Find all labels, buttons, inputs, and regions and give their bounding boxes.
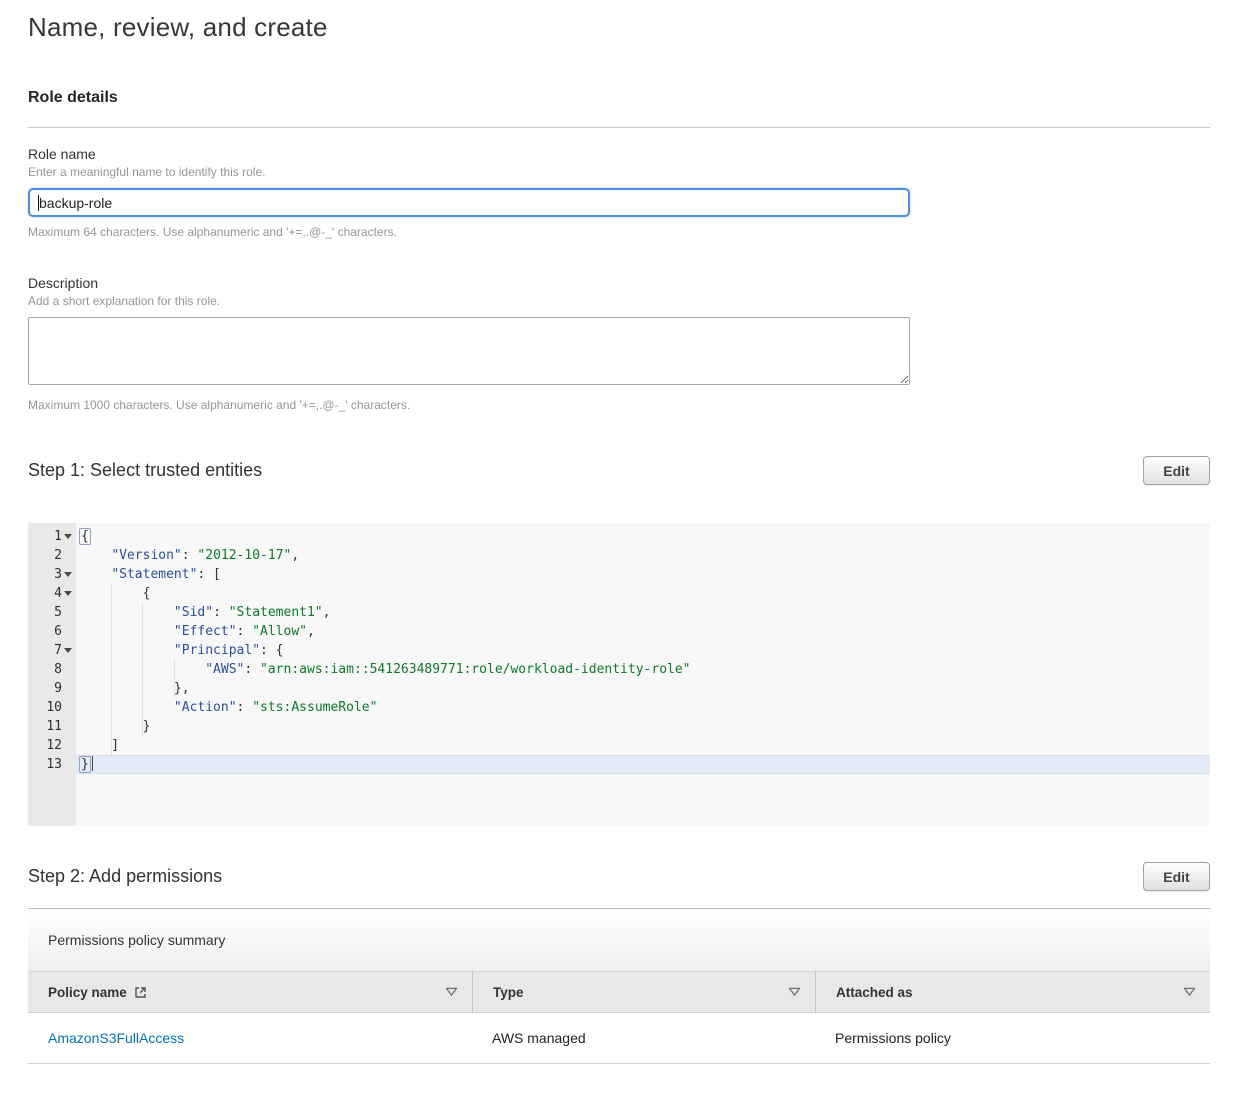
cell-attached-as: Permissions policy <box>815 1013 1210 1063</box>
description-label: Description <box>28 275 1210 291</box>
gutter-line: 9 <box>28 679 76 698</box>
fold-toggle-icon[interactable] <box>62 527 73 546</box>
permissions-panel-header: Permissions policy summary <box>28 909 1210 972</box>
code-line: { <box>76 527 1210 546</box>
description-hint: Add a short explanation for this role. <box>28 294 1210 308</box>
fold-spacer <box>62 717 73 736</box>
step2-section: Step 2: Add permissions Edit Permissions… <box>28 862 1210 1064</box>
filter-dropdown-icon[interactable] <box>788 987 801 997</box>
fold-spacer <box>62 736 73 755</box>
role-name-input[interactable]: backup-role <box>28 188 910 217</box>
filter-dropdown-icon[interactable] <box>1183 987 1196 997</box>
permissions-panel-title: Permissions policy summary <box>48 932 225 948</box>
external-link-icon <box>134 986 147 999</box>
gutter-line: 3 <box>28 565 76 584</box>
code-line: "Version": "2012-10-17", <box>76 546 1210 565</box>
gutter-line: 6 <box>28 622 76 641</box>
fold-toggle-icon[interactable] <box>62 641 73 660</box>
editor-code[interactable]: { "Version": "2012-10-17", "Statement": … <box>76 523 1210 826</box>
gutter-line: 10 <box>28 698 76 717</box>
role-name-constraint: Maximum 64 characters. Use alphanumeric … <box>28 225 1210 239</box>
step1-edit-button[interactable]: Edit <box>1143 456 1210 485</box>
fold-toggle-icon[interactable] <box>62 565 73 584</box>
code-line: "AWS": "arn:aws:iam::541263489771:role/w… <box>76 660 1210 679</box>
code-line: "Action": "sts:AssumeRole" <box>76 698 1210 717</box>
fold-toggle-icon[interactable] <box>62 584 73 603</box>
column-policy-name-label: Policy name <box>48 985 127 1000</box>
role-details-heading: Role details <box>28 89 1210 107</box>
column-type: Type <box>472 972 815 1012</box>
gutter-line: 12 <box>28 736 76 755</box>
code-line: "Sid": "Statement1", <box>76 603 1210 622</box>
page-title: Name, review, and create <box>28 12 1210 43</box>
code-line: { <box>76 584 1210 603</box>
fold-spacer <box>62 603 73 622</box>
role-details-divider <box>28 127 1210 128</box>
editor-cursor <box>92 756 93 771</box>
fold-spacer <box>62 698 73 717</box>
fold-spacer <box>62 660 73 679</box>
table-row: AmazonS3FullAccess AWS managedPermissions… <box>28 1013 1210 1064</box>
code-line: ] <box>76 736 1210 755</box>
column-policy-name: Policy name <box>28 972 472 1012</box>
code-line: "Effect": "Allow", <box>76 622 1210 641</box>
gutter-line: 11 <box>28 717 76 736</box>
filter-dropdown-icon[interactable] <box>445 987 458 997</box>
cell-type: AWS managed <box>472 1013 815 1063</box>
page: Name, review, and create Role details Ro… <box>0 0 1242 1094</box>
fold-spacer <box>62 546 73 565</box>
description-field: Description Add a short explanation for … <box>28 275 1210 412</box>
fold-spacer <box>62 622 73 641</box>
code-line: "Statement": [ <box>76 565 1210 584</box>
role-name-hint: Enter a meaningful name to identify this… <box>28 165 1210 179</box>
role-name-label: Role name <box>28 146 1210 162</box>
permissions-table-body: AmazonS3FullAccess AWS managedPermissions… <box>28 1013 1210 1064</box>
permissions-table: Policy name Type <box>28 972 1210 1064</box>
step1-section: Step 1: Select trusted entities Edit 123… <box>28 456 1210 826</box>
editor-gutter: 12345678910111213 <box>28 523 76 826</box>
step2-edit-button[interactable]: Edit <box>1143 862 1210 891</box>
description-constraint: Maximum 1000 characters. Use alphanumeri… <box>28 398 1210 412</box>
column-type-label: Type <box>493 985 524 1000</box>
gutter-line: 4 <box>28 584 76 603</box>
fold-spacer <box>62 679 73 698</box>
gutter-line: 13 <box>28 755 76 774</box>
code-line: "Principal": { <box>76 641 1210 660</box>
permissions-table-header: Policy name Type <box>28 972 1210 1013</box>
gutter-line: 1 <box>28 527 76 546</box>
code-line: } <box>76 755 1210 774</box>
step1-heading: Step 1: Select trusted entities <box>28 460 262 481</box>
step2-heading: Step 2: Add permissions <box>28 866 222 887</box>
description-textarea[interactable] <box>28 317 910 385</box>
trust-policy-editor[interactable]: 12345678910111213 { "Version": "2012-10-… <box>28 523 1210 826</box>
code-line: } <box>76 717 1210 736</box>
gutter-line: 2 <box>28 546 76 565</box>
column-attached-as-label: Attached as <box>836 985 913 1000</box>
gutter-line: 8 <box>28 660 76 679</box>
role-name-field: Role name Enter a meaningful name to ide… <box>28 146 1210 239</box>
permissions-panel: Permissions policy summary Policy name <box>28 909 1210 1064</box>
fold-spacer <box>62 755 73 774</box>
code-line: }, <box>76 679 1210 698</box>
role-name-value: backup-role <box>39 195 112 211</box>
policy-name-link[interactable]: AmazonS3FullAccess <box>48 1030 184 1046</box>
cell-policy-name: AmazonS3FullAccess <box>28 1013 472 1063</box>
gutter-line: 7 <box>28 641 76 660</box>
gutter-line: 5 <box>28 603 76 622</box>
column-attached-as: Attached as <box>815 972 1210 1012</box>
